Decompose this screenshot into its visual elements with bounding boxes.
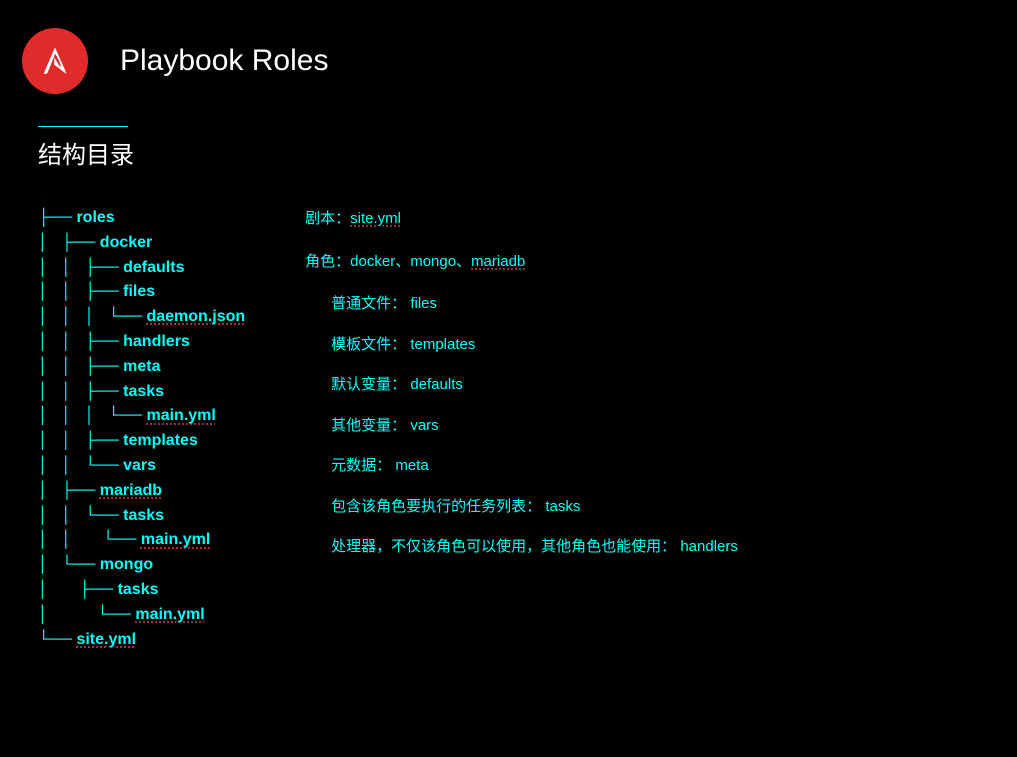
directory-tree: ├── roles │ ├── docker │ │ ├── defaults … [38,206,245,652]
desc-tasks: 包含该角色要执行的任务列表： tasks [331,496,738,519]
page-title: Playbook Roles [120,44,328,78]
desc-value: docker、mongo、 [350,253,471,270]
desc-label: 剧本： [305,210,350,227]
tree-line: │ ├── [38,482,100,499]
tree-file-main: main.yml [146,407,215,424]
tree-line: │ │ ├── defaults [38,259,184,276]
ansible-a-icon [36,42,74,80]
tree-line: │ │ │ └── [38,308,146,325]
tree-file-site: site.yml [76,631,136,648]
desc-playbook: 剧本：site.yml [305,208,738,231]
tree-line: │ │ │ └── [38,407,146,424]
desc-meta: 元数据： meta [331,455,738,478]
tree-line: └── [38,631,76,648]
tree-file-daemon: daemon.json [146,308,245,325]
tree-line: │ │ ├── files [38,283,155,300]
desc-handlers: 处理器，不仅该角色可以使用，其他角色也能使用： handlers [331,536,738,559]
tree-line: │ └── [38,606,135,623]
desc-vars: 其他变量： vars [331,415,738,438]
divider [38,126,128,127]
ansible-logo-icon [22,28,88,94]
tree-dir-mariadb: mariadb [100,482,162,499]
desc-value: site.yml [350,210,401,227]
tree-line: │ │ ├── meta [38,358,160,375]
desc-label: 角色： [305,253,350,270]
tree-line: │ │ ├── templates [38,432,198,449]
tree-line: │ │ ├── handlers [38,333,190,350]
desc-defaults: 默认变量： defaults [331,374,738,397]
tree-line: │ │ ├── tasks [38,383,164,400]
section-subtitle: 结构目录 [38,135,1017,170]
tree-line: │ │ └── [38,531,141,548]
description-panel: 剧本：site.yml 角色：docker、mongo、mariadb 普通文件… [305,206,738,652]
desc-files: 普通文件： files [331,293,738,316]
desc-value: mariadb [471,253,525,270]
tree-line: │ │ └── vars [38,457,156,474]
tree-file-main: main.yml [135,606,204,623]
tree-file-main: main.yml [141,531,210,548]
tree-line: │ ├── tasks [38,581,159,598]
content-area: ├── roles │ ├── docker │ │ ├── defaults … [0,206,1017,652]
tree-line: │ │ └── tasks [38,507,164,524]
desc-roles: 角色：docker、mongo、mariadb [305,251,738,274]
header: Playbook Roles [0,0,1017,104]
tree-line: ├── roles [38,209,115,226]
tree-line: │ ├── docker [38,234,152,251]
desc-templates: 模板文件： templates [331,334,738,357]
tree-line: │ └── mongo [38,556,153,573]
